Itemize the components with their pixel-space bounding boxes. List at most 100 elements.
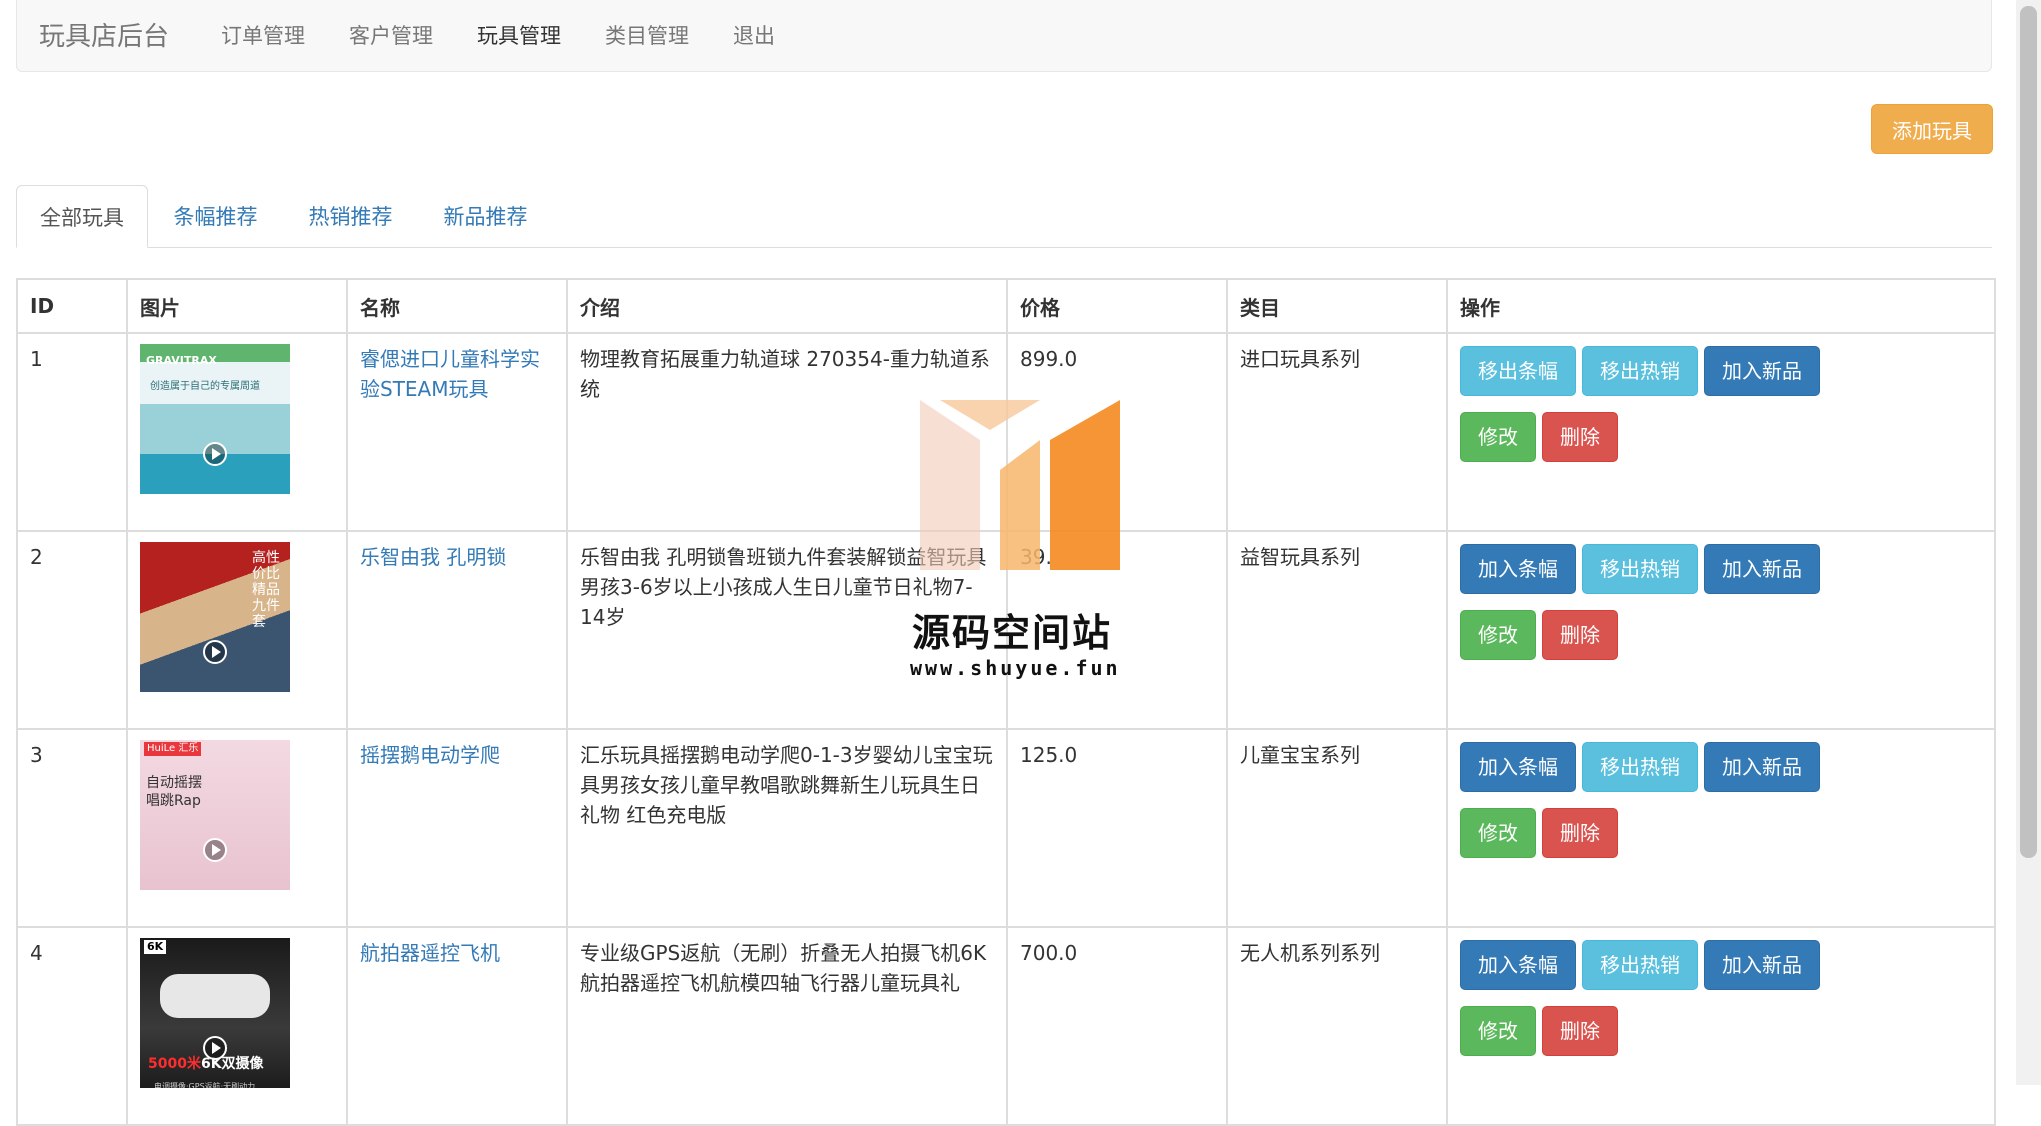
column-header-category: 类目 <box>1226 278 1448 334</box>
cell-image: GRAVITRAX 创造属于自己的专属周道 <box>126 332 348 532</box>
remove-hot-button[interactable]: 移出热销 <box>1582 742 1698 792</box>
image-brand-tag: HuiLe 汇乐 <box>144 742 202 756</box>
toy-filter-tabs: 全部玩具 条幅推荐 热销推荐 新品推荐 <box>16 185 1992 248</box>
cell-description: 物理教育拓展重力轨道球 270354-重力轨道系统 <box>566 332 1008 532</box>
nav-link-categories[interactable]: 类目管理 <box>605 20 689 50</box>
cell-description: 乐智由我 孔明锁鲁班锁九件套装解锁益智玩具男孩3-6岁以上小孩成人生日儿童节日礼… <box>566 530 1008 730</box>
remove-hot-button[interactable]: 移出热销 <box>1582 346 1698 396</box>
top-navbar: 玩具店后台 订单管理 客户管理 玩具管理 类目管理 退出 <box>16 0 1992 72</box>
cell-id: 2 <box>16 530 128 730</box>
cell-id: 3 <box>16 728 128 928</box>
cell-category: 无人机系列系列 <box>1226 926 1448 1126</box>
edit-button[interactable]: 修改 <box>1460 610 1536 660</box>
scrollbar-thumb[interactable] <box>2020 6 2037 858</box>
drone-shape <box>160 974 270 1018</box>
tab-banner-recommend[interactable]: 条幅推荐 <box>148 185 283 247</box>
play-icon <box>203 640 227 664</box>
toy-name-link[interactable]: 睿偲进口儿童科学实验STEAM玩具 <box>360 347 540 401</box>
image-resolution-tag: 6K <box>144 940 167 954</box>
cell-actions: 加入条幅 移出热销 加入新品 修改 删除 <box>1446 728 1996 928</box>
add-banner-button[interactable]: 加入条幅 <box>1460 544 1576 594</box>
delete-button[interactable]: 删除 <box>1542 1006 1618 1056</box>
add-toy-button[interactable]: 添加玩具 <box>1871 104 1993 154</box>
cell-image: 6K 5000米6K双摄像 电调摄像·GPS返航·无刷动力 <box>126 926 348 1126</box>
cell-image: 高性价比精品九件套 <box>126 530 348 730</box>
play-icon <box>203 1036 227 1060</box>
cell-name: 睿偲进口儿童科学实验STEAM玩具 <box>346 332 568 532</box>
remove-banner-button[interactable]: 移出条幅 <box>1460 346 1576 396</box>
cell-category: 益智玩具系列 <box>1226 530 1448 730</box>
action-buttons: 加入条幅 移出热销 加入新品 修改 删除 <box>1460 938 1880 1072</box>
tab-hot-recommend[interactable]: 热销推荐 <box>283 185 418 247</box>
toy-name-link[interactable]: 乐智由我 孔明锁 <box>360 545 506 569</box>
navbar-brand[interactable]: 玩具店后台 <box>39 16 169 53</box>
cell-price: 899.0 <box>1006 332 1228 532</box>
image-caption-text: 创造属于自己的专属周道 <box>150 381 260 392</box>
toy-table: ID 图片 名称 介绍 价格 类目 操作 1 GRAVITRAX 创造属于自己的… <box>16 278 1996 1126</box>
delete-button[interactable]: 删除 <box>1542 412 1618 462</box>
edit-button[interactable]: 修改 <box>1460 808 1536 858</box>
play-icon <box>203 442 227 466</box>
nav-link-orders[interactable]: 订单管理 <box>221 20 305 50</box>
toy-image[interactable]: 6K 5000米6K双摄像 电调摄像·GPS返航·无刷动力 <box>140 938 290 1088</box>
column-header-name: 名称 <box>346 278 568 334</box>
table-row: 3 HuiLe 汇乐 自动摇摆唱跳Rap 摇摆鹅电动学爬 汇乐玩具摇摆鹅电动学爬… <box>16 728 1996 928</box>
image-caption-text: 高性价比精品九件套 <box>252 550 280 630</box>
cell-id: 1 <box>16 332 128 532</box>
nav-link-customers[interactable]: 客户管理 <box>349 20 433 50</box>
nav-link-logout[interactable]: 退出 <box>733 20 775 50</box>
cell-description: 专业级GPS返航（无刷）折叠无人拍摄飞机6K航拍器遥控飞机航模四轴飞行器儿童玩具… <box>566 926 1008 1126</box>
cell-name: 摇摆鹅电动学爬 <box>346 728 568 928</box>
toy-image[interactable]: HuiLe 汇乐 自动摇摆唱跳Rap <box>140 740 290 890</box>
cell-actions: 加入条幅 移出热销 加入新品 修改 删除 <box>1446 530 1996 730</box>
image-range-text: 5000米 <box>148 1056 201 1072</box>
toy-name-link[interactable]: 摇摆鹅电动学爬 <box>360 743 500 767</box>
add-new-button[interactable]: 加入新品 <box>1704 346 1820 396</box>
tab-all-toys[interactable]: 全部玩具 <box>16 185 148 248</box>
remove-hot-button[interactable]: 移出热销 <box>1582 544 1698 594</box>
toy-image[interactable]: 高性价比精品九件套 <box>140 542 290 692</box>
remove-hot-button[interactable]: 移出热销 <box>1582 940 1698 990</box>
action-buttons: 加入条幅 移出热销 加入新品 修改 删除 <box>1460 740 1880 874</box>
column-header-price: 价格 <box>1006 278 1228 334</box>
column-header-actions: 操作 <box>1446 278 1996 334</box>
add-new-button[interactable]: 加入新品 <box>1704 742 1820 792</box>
table-row: 2 高性价比精品九件套 乐智由我 孔明锁 乐智由我 孔明锁鲁班锁九件套装解锁益智… <box>16 530 1996 730</box>
action-buttons: 加入条幅 移出热销 加入新品 修改 删除 <box>1460 542 1880 676</box>
cell-name: 航拍器遥控飞机 <box>346 926 568 1126</box>
image-caption-text: 5000米6K双摄像 <box>148 1056 264 1072</box>
table-header-row: ID 图片 名称 介绍 价格 类目 操作 <box>16 278 1996 334</box>
delete-button[interactable]: 删除 <box>1542 808 1618 858</box>
toy-image[interactable]: GRAVITRAX 创造属于自己的专属周道 <box>140 344 290 494</box>
nav-links: 订单管理 客户管理 玩具管理 类目管理 退出 <box>221 20 819 50</box>
image-caption-text: 自动摇摆唱跳Rap <box>146 775 202 809</box>
vertical-scrollbar[interactable] <box>2016 0 2041 1085</box>
delete-button[interactable]: 删除 <box>1542 610 1618 660</box>
cell-actions: 加入条幅 移出热销 加入新品 修改 删除 <box>1446 926 1996 1126</box>
cell-price: 39. <box>1006 530 1228 730</box>
column-header-id: ID <box>16 278 128 334</box>
edit-button[interactable]: 修改 <box>1460 1006 1536 1056</box>
cell-category: 儿童宝宝系列 <box>1226 728 1448 928</box>
add-new-button[interactable]: 加入新品 <box>1704 940 1820 990</box>
column-header-image: 图片 <box>126 278 348 334</box>
cell-name: 乐智由我 孔明锁 <box>346 530 568 730</box>
toy-name-link[interactable]: 航拍器遥控飞机 <box>360 941 500 965</box>
cell-category: 进口玩具系列 <box>1226 332 1448 532</box>
column-header-description: 介绍 <box>566 278 1008 334</box>
add-new-button[interactable]: 加入新品 <box>1704 544 1820 594</box>
cell-id: 4 <box>16 926 128 1126</box>
table-row: 4 6K 5000米6K双摄像 电调摄像·GPS返航·无刷动力 航拍器遥控飞机 … <box>16 926 1996 1126</box>
nav-link-toys[interactable]: 玩具管理 <box>477 20 561 50</box>
edit-button[interactable]: 修改 <box>1460 412 1536 462</box>
tab-new-recommend[interactable]: 新品推荐 <box>418 185 553 247</box>
table-row: 1 GRAVITRAX 创造属于自己的专属周道 睿偲进口儿童科学实验STEAM玩… <box>16 332 1996 532</box>
image-subcaption-text: 电调摄像·GPS返航·无刷动力 <box>154 1082 256 1088</box>
play-icon <box>203 838 227 862</box>
cell-price: 125.0 <box>1006 728 1228 928</box>
cell-actions: 移出条幅 移出热销 加入新品 修改 删除 <box>1446 332 1996 532</box>
add-banner-button[interactable]: 加入条幅 <box>1460 742 1576 792</box>
add-banner-button[interactable]: 加入条幅 <box>1460 940 1576 990</box>
action-buttons: 移出条幅 移出热销 加入新品 修改 删除 <box>1460 344 1880 478</box>
cell-price: 700.0 <box>1006 926 1228 1126</box>
